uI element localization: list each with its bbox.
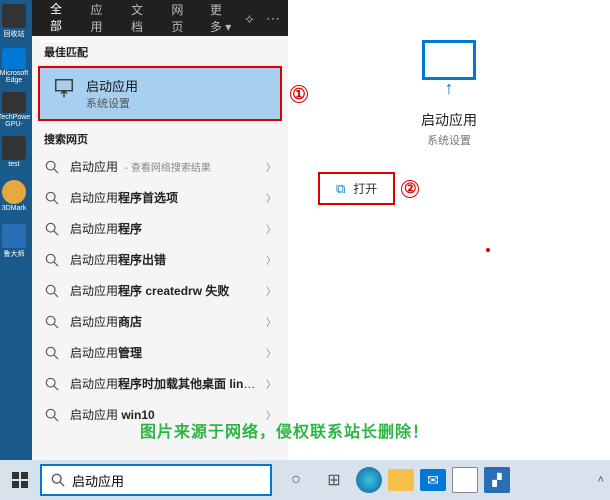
- result-text: 启动应用管理: [70, 344, 256, 361]
- chevron-right-icon: 〉: [266, 314, 276, 329]
- annotation-2: ②: [401, 180, 419, 198]
- web-result-item[interactable]: 启动应用程序 createdrw 失败〉: [32, 275, 288, 306]
- desktop-icon-ludashi[interactable]: 鲁大师: [0, 224, 28, 260]
- open-button[interactable]: ⧉ 打开 ②: [318, 172, 395, 205]
- section-best-match: 最佳匹配: [32, 36, 288, 64]
- taskbar-search-box[interactable]: [40, 464, 272, 496]
- feedback-icon[interactable]: ⟡: [245, 10, 254, 27]
- annotation-1: ①: [290, 85, 308, 103]
- result-text: 启动应用程序时加载其他桌面 linux: [70, 375, 256, 392]
- search-tabs: 全部 应用 文档 网页 更多 ▾ ⟡ ⋯: [32, 0, 288, 36]
- search-icon: [44, 376, 60, 392]
- search-icon: [44, 345, 60, 361]
- search-icon: [44, 159, 60, 175]
- result-text: 启动应用程序: [70, 220, 256, 237]
- best-match-subtitle: 系统设置: [86, 95, 138, 111]
- more-icon[interactable]: ⋯: [266, 10, 280, 27]
- watermark-text: 图片来源于网络，侵权联系站长删除！: [140, 418, 429, 442]
- edge-icon[interactable]: [356, 467, 382, 493]
- tab-more[interactable]: 更多 ▾: [202, 0, 241, 41]
- open-icon: ⧉: [336, 181, 345, 197]
- best-match-item[interactable]: 启动应用 系统设置 ①: [38, 66, 282, 121]
- mail-icon[interactable]: ✉: [420, 469, 446, 491]
- web-result-item[interactable]: 启动应用商店〉: [32, 306, 288, 337]
- taskbar: ○ ⊞ ✉ ▞ ˄: [0, 460, 610, 500]
- section-web-search: 搜索网页: [32, 123, 288, 151]
- web-result-item[interactable]: 启动应用程序出错〉: [32, 244, 288, 275]
- tab-apps[interactable]: 应用: [80, 0, 116, 41]
- tab-web[interactable]: 网页: [161, 0, 197, 41]
- preview-subtitle: 系统设置: [427, 132, 471, 148]
- search-icon: [44, 314, 60, 330]
- search-icon: [44, 283, 60, 299]
- result-text: 启动应用程序首选项: [70, 189, 256, 206]
- desktop-icon-recycle[interactable]: 回收站: [0, 4, 28, 40]
- web-results-list: 启动应用 - 查看网络搜索结果〉启动应用程序首选项〉启动应用程序〉启动应用程序出…: [32, 151, 288, 460]
- preview-title: 启动应用: [421, 110, 477, 130]
- best-match-title: 启动应用: [86, 76, 138, 95]
- startup-apps-icon: [52, 76, 76, 100]
- open-label: 打开: [353, 180, 377, 197]
- taskbar-icons: ○ ⊞ ✉ ▞: [280, 460, 510, 500]
- web-result-item[interactable]: 启动应用程序时加载其他桌面 linux 〉: [32, 368, 288, 399]
- search-preview-column: 启动应用 系统设置 ⧉ 打开 ②: [288, 0, 610, 460]
- search-icon: [44, 252, 60, 268]
- search-icon: [44, 221, 60, 237]
- tray-chevron-up-icon[interactable]: ˄: [592, 474, 610, 486]
- chevron-right-icon: 〉: [266, 221, 276, 236]
- preview-app-icon: [422, 40, 476, 80]
- result-text: 启动应用 - 查看网络搜索结果: [70, 158, 256, 175]
- search-left-column: 全部 应用 文档 网页 更多 ▾ ⟡ ⋯ 最佳匹配 启动应用 系统设置 ① 搜索…: [32, 0, 288, 460]
- chevron-right-icon: 〉: [266, 190, 276, 205]
- web-result-item[interactable]: 启动应用程序首选项〉: [32, 182, 288, 213]
- explorer-icon[interactable]: [388, 469, 414, 491]
- cortana-icon[interactable]: ○: [280, 464, 312, 496]
- chevron-right-icon: 〉: [266, 283, 276, 298]
- start-button[interactable]: [0, 460, 40, 500]
- web-result-item[interactable]: 启动应用程序〉: [32, 213, 288, 244]
- red-dot-marker: [486, 248, 490, 252]
- chevron-right-icon: 〉: [266, 376, 276, 391]
- chevron-right-icon: 〉: [266, 252, 276, 267]
- search-icon: [50, 472, 66, 488]
- desktop-icon-test[interactable]: test: [0, 136, 28, 172]
- result-text: 启动应用程序 createdrw 失败: [70, 282, 256, 299]
- desktop-icon-3dmark[interactable]: 3DMark: [0, 180, 28, 216]
- app-icon[interactable]: ▞: [484, 467, 510, 493]
- windows-icon: [12, 472, 28, 488]
- web-result-item[interactable]: 启动应用 - 查看网络搜索结果〉: [32, 151, 288, 182]
- store-icon[interactable]: [452, 467, 478, 493]
- search-icon: [44, 190, 60, 206]
- start-search-panel: 全部 应用 文档 网页 更多 ▾ ⟡ ⋯ 最佳匹配 启动应用 系统设置 ① 搜索…: [32, 0, 610, 460]
- tab-docs[interactable]: 文档: [121, 0, 157, 41]
- search-input[interactable]: [72, 473, 262, 488]
- desktop-icon-edge[interactable]: Microsoft Edge: [0, 48, 28, 84]
- web-result-item[interactable]: 启动应用管理〉: [32, 337, 288, 368]
- search-icon: [44, 407, 60, 423]
- taskview-icon[interactable]: ⊞: [318, 464, 350, 496]
- chevron-right-icon: 〉: [266, 345, 276, 360]
- result-text: 启动应用商店: [70, 313, 256, 330]
- result-text: 启动应用程序出错: [70, 251, 256, 268]
- chevron-right-icon: 〉: [266, 159, 276, 174]
- desktop-icon-gpu[interactable]: TechPowe GPU-: [0, 92, 28, 128]
- desktop-icons: 回收站 Microsoft Edge TechPowe GPU- test 3D…: [0, 0, 32, 460]
